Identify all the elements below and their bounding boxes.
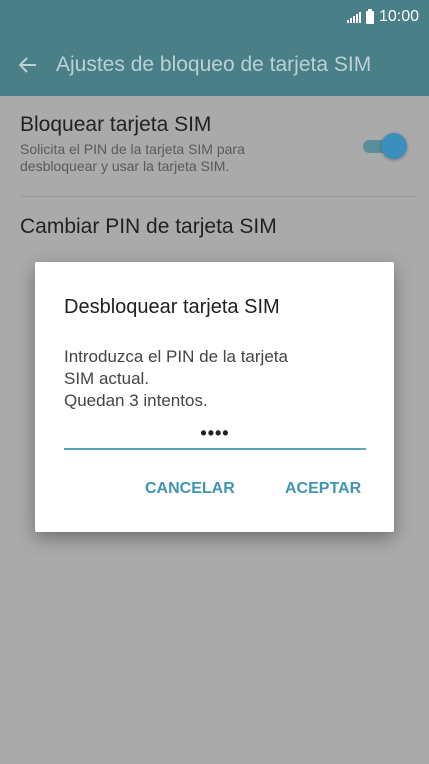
lock-sim-setting[interactable]: Bloquear tarjeta SIM Solicita el PIN de … — [20, 113, 417, 175]
signal-icon — [346, 11, 361, 23]
status-bar: 10:00 — [0, 0, 429, 34]
status-time: 10:00 — [378, 8, 419, 25]
change-pin-setting[interactable]: Cambiar PIN de tarjeta SIM — [20, 215, 417, 239]
toggle-thumb — [381, 133, 407, 159]
arrow-back-icon[interactable] — [0, 34, 56, 96]
dialog-message-line3: Quedan 3 intentos. — [64, 391, 208, 410]
pin-input[interactable] — [64, 418, 366, 450]
dialog-message-line1: Introduzca el PIN de la tarjeta — [64, 347, 288, 366]
lock-sim-summary-line1: Solicita el PIN de la tarjeta SIM para — [20, 141, 245, 157]
cancel-button[interactable]: CANCELAR — [145, 480, 235, 498]
accept-button[interactable]: ACEPTAR — [285, 480, 361, 498]
lock-sim-title: Bloquear tarjeta SIM — [20, 113, 212, 136]
change-pin-title: Cambiar PIN de tarjeta SIM — [20, 215, 277, 238]
app-bar: Ajustes de bloqueo de tarjeta SIM — [0, 34, 429, 96]
divider — [20, 196, 417, 197]
status-icons: 10:00 — [346, 8, 419, 26]
unlock-sim-dialog: Desbloquear tarjeta SIM Introduzca el PI… — [35, 262, 394, 532]
lock-sim-summary-line2: desbloquear y usar la tarjeta SIM. — [20, 158, 230, 174]
dialog-message: Introduzca el PIN de la tarjeta SIM actu… — [64, 346, 354, 412]
lock-sim-summary: Solicita el PIN de la tarjeta SIM para d… — [20, 141, 417, 175]
battery-icon — [365, 8, 374, 24]
page-title: Ajustes de bloqueo de tarjeta SIM — [56, 53, 372, 76]
dialog-message-line2: SIM actual. — [64, 369, 150, 388]
dialog-title: Desbloquear tarjeta SIM — [64, 296, 280, 318]
lock-sim-toggle[interactable] — [363, 133, 407, 159]
